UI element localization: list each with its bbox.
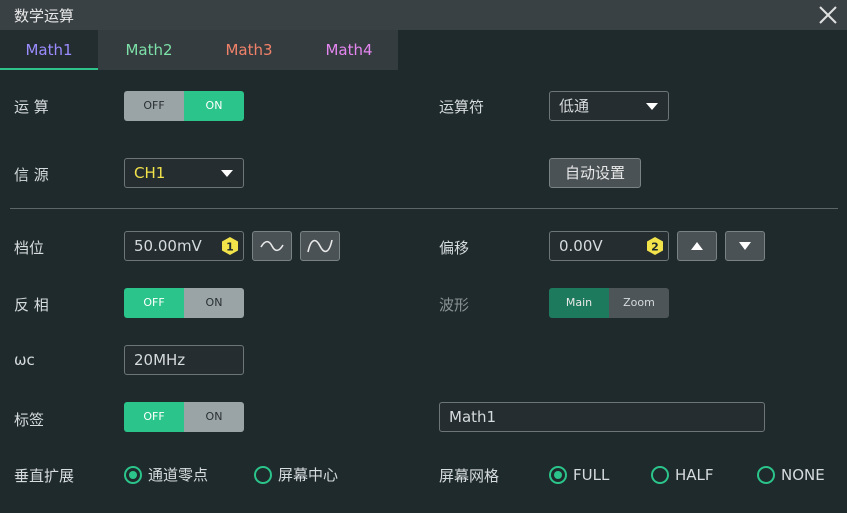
offset-label: 偏移: [439, 239, 470, 257]
screen-grid-label: 屏幕网格: [439, 467, 500, 485]
tab-label: Math2: [125, 41, 173, 59]
operator-value: 低通: [559, 97, 590, 115]
tag-label: 标签: [14, 411, 45, 429]
radio-unchecked-icon: [651, 466, 669, 484]
source-select[interactable]: CH1: [124, 158, 244, 188]
operator-label: 运算符: [439, 98, 485, 116]
coarse-wave-button[interactable]: [252, 231, 292, 261]
radio-screen-center[interactable]: 屏幕中心: [254, 465, 338, 485]
auto-set-button[interactable]: 自动设置: [549, 158, 641, 188]
chevron-down-icon: [646, 103, 658, 110]
tag-value: Math1: [449, 408, 497, 426]
sine-wave-icon: [260, 240, 284, 252]
tag-toggle[interactable]: OFF ON: [124, 402, 244, 432]
invert-toggle[interactable]: OFF ON: [124, 288, 244, 318]
waveform-main[interactable]: Main: [549, 288, 609, 318]
triangle-down-icon: [739, 242, 751, 250]
wc-input[interactable]: 20MHz: [124, 345, 244, 375]
knob-1-icon: 1: [222, 237, 238, 255]
offset-input[interactable]: 0.00V 2: [549, 231, 669, 261]
chevron-down-icon: [221, 170, 233, 177]
radio-unchecked-icon: [757, 466, 775, 484]
divider: [10, 208, 838, 209]
radio-checked-icon: [549, 466, 567, 484]
title-bar: 数学运算: [0, 0, 847, 30]
radio-label: 通道零点: [148, 466, 209, 484]
tab-math1[interactable]: Math1: [0, 30, 98, 70]
tag-input[interactable]: Math1: [439, 402, 765, 432]
scale-input[interactable]: 50.00mV 1: [124, 231, 244, 261]
operation-on[interactable]: ON: [184, 91, 244, 121]
sine-wave-icon: [307, 239, 333, 253]
tab-math2[interactable]: Math2: [100, 30, 198, 70]
tag-off[interactable]: OFF: [124, 402, 184, 432]
knob-number: 1: [226, 241, 234, 254]
invert-off[interactable]: OFF: [124, 288, 184, 318]
tab-label: Math3: [225, 41, 273, 59]
source-label: 信 源: [14, 166, 49, 184]
operation-label: 运 算: [14, 98, 49, 116]
invert-on[interactable]: ON: [184, 288, 244, 318]
offset-value: 0.00V: [559, 237, 603, 255]
knob-number: 2: [651, 241, 659, 254]
radio-unchecked-icon: [254, 466, 272, 484]
tab-math3[interactable]: Math3: [200, 30, 298, 70]
invert-label: 反 相: [14, 296, 49, 314]
radio-label: 屏幕中心: [278, 466, 339, 484]
radio-checked-icon: [124, 466, 142, 484]
close-icon[interactable]: [817, 4, 839, 26]
radio-label: FULL: [573, 466, 610, 484]
source-value: CH1: [134, 164, 166, 182]
scale-value: 50.00mV: [134, 237, 202, 255]
radio-grid-full[interactable]: FULL: [549, 465, 609, 485]
triangle-up-icon: [691, 242, 703, 250]
waveform-zoom[interactable]: Zoom: [609, 288, 669, 318]
tab-math4[interactable]: Math4: [300, 30, 398, 70]
scale-label: 档位: [14, 239, 45, 257]
operation-off[interactable]: OFF: [124, 91, 184, 121]
operation-toggle[interactable]: OFF ON: [124, 91, 244, 121]
fine-wave-button[interactable]: [300, 231, 340, 261]
vertical-expand-label: 垂直扩展: [14, 467, 75, 485]
radio-grid-none[interactable]: NONE: [757, 465, 825, 485]
operator-select[interactable]: 低通: [549, 91, 669, 121]
tab-label: Math1: [25, 41, 73, 59]
radio-label: HALF: [675, 466, 714, 484]
waveform-label: 波形: [439, 296, 470, 314]
tab-bar: Math1 Math2 Math3 Math4: [0, 30, 398, 70]
offset-down-button[interactable]: [725, 231, 765, 261]
knob-2-icon: 2: [647, 237, 663, 255]
waveform-toggle[interactable]: Main Zoom: [549, 288, 669, 318]
offset-up-button[interactable]: [677, 231, 717, 261]
radio-label: NONE: [781, 466, 825, 484]
radio-grid-half[interactable]: HALF: [651, 465, 714, 485]
radio-channel-zero[interactable]: 通道零点: [124, 465, 208, 485]
window-title: 数学运算: [14, 7, 75, 25]
tag-on[interactable]: ON: [184, 402, 244, 432]
active-tab-underline: [0, 68, 98, 70]
wc-label: ωc: [14, 351, 35, 369]
wc-value: 20MHz: [134, 351, 186, 369]
tab-label: Math4: [325, 41, 373, 59]
